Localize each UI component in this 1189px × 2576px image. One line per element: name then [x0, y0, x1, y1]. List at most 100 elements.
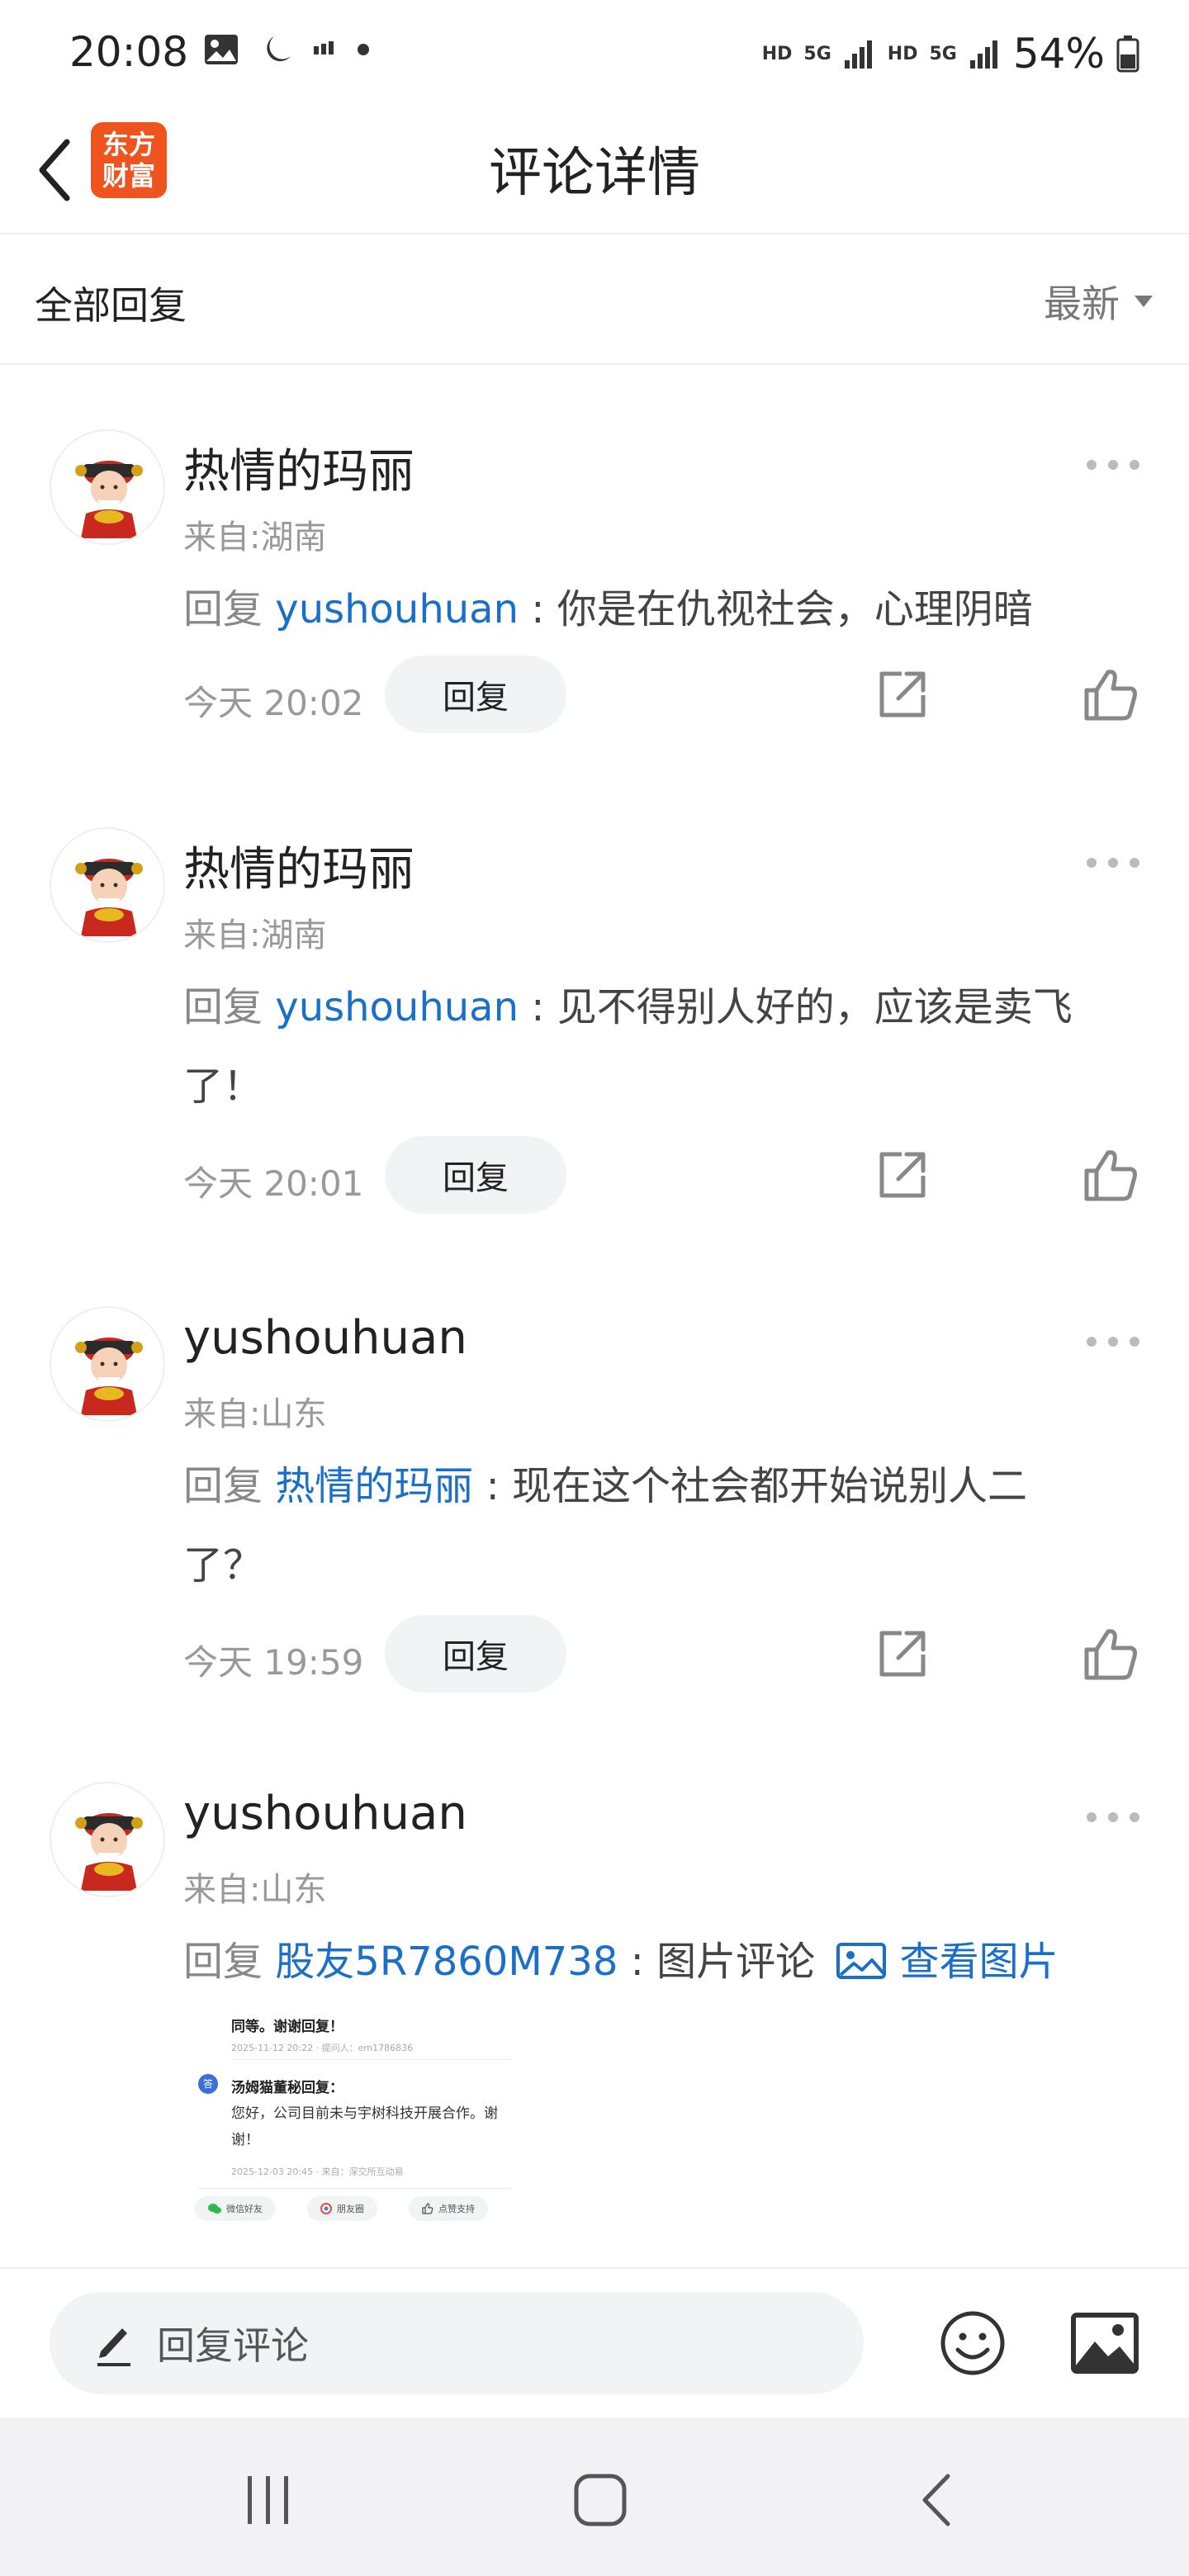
avatar[interactable]	[50, 1306, 165, 1422]
separator: :	[630, 1939, 644, 1985]
avatar-caishen-icon	[75, 859, 143, 936]
reply-target-link[interactable]: 股友5R7860M738	[275, 1939, 618, 1985]
comment-content: 回复 yushouhuan : 见不得别人好的，应该是卖飞了！	[183, 968, 1113, 1126]
insert-image-button[interactable]	[1070, 2312, 1139, 2375]
logo-line1: 东方	[102, 129, 155, 160]
avatar-caishen-icon	[75, 461, 143, 538]
sort-dropdown[interactable]: 最新	[1044, 274, 1154, 329]
page-title: 评论详情	[489, 143, 700, 204]
image-reply-body: 您好，公司目前未与宇树科技开展合作。谢谢！	[231, 2105, 498, 2148]
home-button[interactable]	[563, 2467, 637, 2533]
timestamp: 今天 20:01	[183, 1163, 364, 1204]
share-button[interactable]	[872, 1144, 933, 1205]
comment-actions: 今天 20:01 回复	[183, 1134, 1158, 1217]
share-icon	[879, 671, 926, 717]
share-icon	[879, 1152, 926, 1198]
net1-label: HD	[761, 43, 793, 64]
share-button[interactable]	[872, 1623, 933, 1684]
system-back-button[interactable]	[900, 2467, 974, 2533]
emoji-icon	[940, 2311, 1005, 2375]
battery-percent: 54%	[1012, 30, 1105, 78]
comment-text: 图片评论	[656, 1939, 816, 1985]
thumbs-up-icon	[1084, 670, 1137, 721]
view-image-label: 查看图片	[899, 1939, 1059, 1985]
separator: :	[486, 1463, 500, 1509]
location: 来自:湖南	[183, 916, 327, 954]
more-options-button[interactable]	[1087, 850, 1139, 875]
reply-input-bar: 回复评论	[0, 2267, 1189, 2417]
image-reply-title: 汤姆猫董秘回复：	[231, 2080, 343, 2096]
thumbs-up-icon	[1084, 1150, 1137, 1201]
more-options-button[interactable]	[1087, 1805, 1139, 1830]
reply-target-link[interactable]: 热情的玛丽	[275, 1463, 473, 1509]
reply-button[interactable]: 回复	[385, 656, 566, 733]
net2-gen: 5G	[929, 43, 957, 64]
location: 来自:湖南	[183, 519, 327, 556]
comment-item: 热情的玛丽 来自:湖南 回复 yushouhuan : 你是在仇视社会，心理阴暗…	[0, 429, 1189, 760]
location: 来自:山东	[183, 1395, 327, 1433]
logo-line2: 财富	[102, 160, 155, 192]
battery-icon	[1116, 36, 1139, 73]
net2-label: HD	[887, 43, 918, 64]
image-line1: 同等。谢谢回复！	[231, 2019, 343, 2035]
comment-text: 你是在仇视社会，心理阴暗	[557, 586, 1033, 632]
reply-target-link[interactable]: yushouhuan	[275, 984, 519, 1030]
back-arrow-icon	[922, 2474, 950, 2526]
comment-image-preview[interactable]: 同等。谢谢回复！ 2025-11-12 20:22 · 提问人：em178683…	[183, 2005, 530, 2269]
chip3-label: 点赞支持	[438, 2204, 475, 2214]
recent-apps-icon	[248, 2476, 288, 2524]
system-nav-bar	[0, 2417, 1189, 2576]
pencil-icon	[97, 2328, 130, 2366]
app-logo[interactable]: 东方 财富	[91, 122, 167, 198]
thumbs-up-small-icon	[422, 2203, 433, 2214]
separator: :	[531, 984, 545, 1030]
comment-content: 回复 热情的玛丽 : 现在这个社会都开始说别人二了？	[183, 1447, 1092, 1605]
avatar[interactable]	[50, 827, 165, 943]
reply-prefix: 回复	[183, 1939, 263, 1985]
more-options-button[interactable]	[1087, 1329, 1139, 1354]
signal-icon-2	[969, 40, 997, 69]
image-chip-wechat: 微信好友	[195, 2196, 276, 2221]
username[interactable]: yushouhuan	[183, 1787, 467, 1840]
avatar[interactable]	[50, 429, 165, 545]
answer-badge: 答	[198, 2074, 218, 2094]
reply-input-placeholder: 回复评论	[157, 2323, 309, 2368]
status-right: HD 5G HD 5G 54%	[762, 30, 1139, 78]
chip2-label: 朋友圈	[337, 2204, 364, 2214]
more-options-button[interactable]	[1087, 452, 1139, 477]
thumbs-up-icon	[1084, 1629, 1137, 1680]
header: 东方 财富 评论详情	[0, 107, 1189, 234]
reply-comment-input[interactable]: 回复评论	[50, 2292, 864, 2394]
reply-target-link[interactable]: yushouhuan	[275, 586, 519, 632]
separator: :	[531, 586, 545, 632]
image-reply-meta: 2025-12-03 20:45 · 来自：深交所互动易	[231, 2166, 404, 2177]
username[interactable]: 热情的玛丽	[183, 434, 414, 501]
reply-prefix: 回复	[183, 586, 263, 632]
like-button[interactable]	[1080, 1623, 1141, 1684]
share-icon	[879, 1631, 926, 1677]
view-image-link[interactable]: 查看图片	[827, 1939, 1059, 1985]
status-icons-left	[203, 33, 372, 66]
section-title: 全部回复	[35, 283, 187, 328]
image-line1-meta: 2025-11-12 20:22 · 提问人：em1786836	[231, 2043, 414, 2053]
share-button[interactable]	[872, 664, 933, 725]
like-button[interactable]	[1080, 664, 1141, 725]
reply-button[interactable]: 回复	[385, 1136, 566, 1214]
reply-prefix: 回复	[183, 984, 263, 1030]
image-icon	[836, 1943, 887, 1979]
like-button[interactable]	[1080, 1144, 1141, 1205]
caret-down-icon	[1135, 296, 1153, 307]
username[interactable]: yushouhuan	[183, 1311, 467, 1365]
reply-prefix: 回复	[183, 1463, 263, 1509]
avatar-caishen-icon	[75, 1813, 143, 1891]
username[interactable]: 热情的玛丽	[183, 832, 414, 899]
emoji-button[interactable]	[938, 2308, 1007, 2378]
recent-apps-button[interactable]	[231, 2467, 306, 2533]
home-icon	[574, 2474, 627, 2526]
image-divider	[231, 2059, 512, 2060]
avatar[interactable]	[50, 1782, 165, 1897]
reply-button[interactable]: 回复	[385, 1615, 566, 1693]
picture-icon	[1071, 2313, 1139, 2374]
chevron-left-icon	[39, 139, 70, 201]
back-button[interactable]	[21, 129, 88, 211]
